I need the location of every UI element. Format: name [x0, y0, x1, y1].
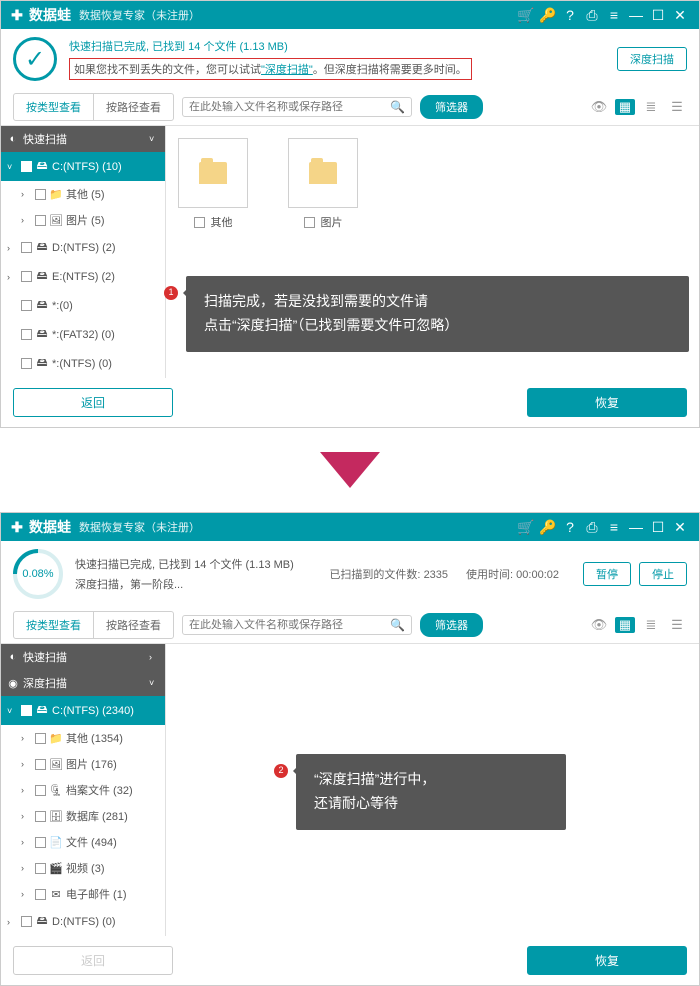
stop-button[interactable]: 停止 [639, 562, 687, 586]
maximize-icon[interactable]: ☐ [647, 516, 669, 538]
view-detail-icon[interactable]: ☰ [667, 99, 687, 115]
tree-drive-e[interactable]: ›🖴E:(NTFS) (2) [1, 262, 165, 291]
search-icon[interactable]: 🔍 [390, 618, 405, 632]
key-icon[interactable]: 🔑 [537, 4, 559, 26]
tree-drive-c[interactable]: ˅🖴C:(NTFS) (2340) [1, 696, 165, 725]
app-logo: ✚ 数据蛙 [9, 517, 71, 537]
deep-scan-link[interactable]: "深度扫描" [261, 64, 313, 76]
tree-email[interactable]: ›✉电子邮件 (1) [1, 881, 165, 907]
tree-deep-scan[interactable]: ◉深度扫描˅ [1, 670, 165, 696]
sidebar-tree: ◐快速扫描˅ ˅🖴C:(NTFS) (10) ›📁其他 (5) ›🖼图片 (5)… [1, 126, 166, 378]
tree-quick-scan[interactable]: ◐快速扫描˅ [1, 126, 165, 152]
tree-video[interactable]: ›🎬视频 (3) [1, 855, 165, 881]
close-icon[interactable]: ✕ [669, 516, 691, 538]
tooltip-marker: 2 [274, 764, 288, 778]
key-icon[interactable]: 🔑 [537, 516, 559, 538]
pause-button[interactable]: 暂停 [583, 562, 631, 586]
view-grid-icon[interactable]: ▦ [615, 617, 635, 633]
view-tabs: 按类型查看 按路径查看 [13, 93, 174, 121]
tooltip-marker: 1 [164, 286, 178, 300]
tab-by-type[interactable]: 按类型查看 [14, 612, 94, 638]
app-logo: ✚ 数据蛙 [9, 5, 71, 25]
minimize-icon[interactable]: — [625, 516, 647, 538]
tree-pictures[interactable]: ›🖼图片 (176) [1, 751, 165, 777]
deep-scan-button[interactable]: 深度扫描 [617, 47, 687, 71]
help-icon[interactable]: ? [559, 4, 581, 26]
folder-other[interactable]: 其他 [178, 138, 248, 230]
menu-icon[interactable]: ≡ [603, 4, 625, 26]
tree-unknown-fat32[interactable]: 🖴*:(FAT32) (0) [1, 320, 165, 349]
scan-stats: 已扫描到的文件数: 2335 使用时间: 00:00:02 [329, 566, 559, 582]
recover-button[interactable]: 恢复 [527, 388, 687, 417]
deep-scan-hint: 如果您找不到丢失的文件，您可以试试"深度扫描"。但深度扫描将需要更多时间。 [69, 58, 472, 80]
preview-eye-icon[interactable]: 👁 [589, 99, 609, 115]
window-deep-scanning: ✚ 数据蛙 数据恢复专家（未注册） 🛒 🔑 ? ⎙ ≡ — ☐ ✕ 0.08% … [0, 512, 700, 986]
filter-button[interactable]: 筛选器 [420, 613, 483, 637]
check-complete-icon: ✓ [13, 37, 57, 81]
filter-button[interactable]: 筛选器 [420, 95, 483, 119]
folder-icon [199, 162, 227, 184]
tree-other[interactable]: ›📁其他 (5) [1, 181, 165, 207]
tree-drive-c[interactable]: ˅🖴C:(NTFS) (10) [1, 152, 165, 181]
tooltip-deep-scanning: 2 “深度扫描”进行中， 还请耐心等待 [296, 754, 566, 830]
titlebar: ✚ 数据蛙 数据恢复专家（未注册） 🛒 🔑 ? ⎙ ≡ — ☐ ✕ [1, 513, 699, 541]
cart-icon[interactable]: 🛒 [515, 4, 537, 26]
close-icon[interactable]: ✕ [669, 4, 691, 26]
save-icon[interactable]: ⎙ [581, 4, 603, 26]
tree-pictures[interactable]: ›🖼图片 (5) [1, 207, 165, 233]
tab-by-path[interactable]: 按路径查看 [94, 612, 173, 638]
folder-icon [309, 162, 337, 184]
maximize-icon[interactable]: ☐ [647, 4, 669, 26]
titlebar: ✚ 数据蛙 数据恢复专家（未注册） 🛒 🔑 ? ⎙ ≡ — ☐ ✕ [1, 1, 699, 29]
view-detail-icon[interactable]: ☰ [667, 617, 687, 633]
scan-progress-header: 0.08% 快速扫描已完成, 已找到 14 个文件 (1.13 MB) 深度扫描… [1, 541, 699, 607]
app-name: 数据蛙 [29, 5, 71, 25]
back-button: 返回 [13, 946, 173, 975]
flow-arrow [0, 428, 700, 512]
deep-scan-stage: 深度扫描，第一阶段... [75, 576, 317, 592]
logo-icon: ✚ [9, 519, 25, 535]
tree-archive[interactable]: ›🗜档案文件 (32) [1, 777, 165, 803]
tree-drive-d[interactable]: ›🖴D:(NTFS) (0) [1, 907, 165, 936]
scan-complete-text: 快速扫描已完成, 已找到 14 个文件 (1.13 MB) [69, 38, 605, 54]
tooltip-scan-complete: 1 扫描完成，若是没找到需要的文件请 点击“深度扫描”（已找到需要文件可忽略） [186, 276, 689, 352]
tree-database[interactable]: ›🗄数据库 (281) [1, 803, 165, 829]
window-scan-complete: ✚ 数据蛙 数据恢复专家（未注册） 🛒 🔑 ? ⎙ ≡ — ☐ ✕ ✓ 快速扫描… [0, 0, 700, 428]
tree-unknown-1[interactable]: 🖴*:(0) [1, 291, 165, 320]
view-tabs: 按类型查看 按路径查看 [13, 611, 174, 639]
search-input[interactable] [189, 101, 390, 113]
cart-icon[interactable]: 🛒 [515, 516, 537, 538]
progress-indicator: 0.08% [13, 549, 63, 599]
preview-eye-icon[interactable]: 👁 [589, 617, 609, 633]
search-input[interactable] [189, 619, 390, 631]
help-icon[interactable]: ? [559, 516, 581, 538]
logo-icon: ✚ [9, 7, 25, 23]
tree-quick-scan[interactable]: ◐快速扫描› [1, 644, 165, 670]
tree-documents[interactable]: ›📄文件 (494) [1, 829, 165, 855]
search-box[interactable]: 🔍 [182, 615, 412, 635]
tab-by-type[interactable]: 按类型查看 [14, 94, 94, 120]
back-button[interactable]: 返回 [13, 388, 173, 417]
arrow-down-icon [320, 452, 380, 488]
view-grid-icon[interactable]: ▦ [615, 99, 635, 115]
view-list-icon[interactable]: ≣ [641, 617, 661, 633]
minimize-icon[interactable]: — [625, 4, 647, 26]
menu-icon[interactable]: ≡ [603, 516, 625, 538]
search-icon[interactable]: 🔍 [390, 100, 405, 114]
content-area: 2 “深度扫描”进行中， 还请耐心等待 [166, 644, 699, 936]
save-icon[interactable]: ⎙ [581, 516, 603, 538]
sidebar-tree: ◐快速扫描› ◉深度扫描˅ ˅🖴C:(NTFS) (2340) ›📁其他 (13… [1, 644, 166, 936]
scan-summary-header: ✓ 快速扫描已完成, 已找到 14 个文件 (1.13 MB) 如果您找不到丢失… [1, 29, 699, 89]
search-box[interactable]: 🔍 [182, 97, 412, 117]
progress-percent: 0.08% [13, 549, 63, 599]
tree-drive-d[interactable]: ›🖴D:(NTFS) (2) [1, 233, 165, 262]
app-subtitle: 数据恢复专家（未注册） [79, 7, 200, 23]
tab-by-path[interactable]: 按路径查看 [94, 94, 173, 120]
recover-button[interactable]: 恢复 [527, 946, 687, 975]
folder-pictures[interactable]: 图片 [288, 138, 358, 230]
view-list-icon[interactable]: ≣ [641, 99, 661, 115]
tree-unknown-ntfs[interactable]: 🖴*:(NTFS) (0) [1, 349, 165, 378]
tree-other[interactable]: ›📁其他 (1354) [1, 725, 165, 751]
content-area: 其他 图片 1 扫描完成，若是没找到需要的文件请 点击“深度扫描”（已找到需要文… [166, 126, 699, 378]
